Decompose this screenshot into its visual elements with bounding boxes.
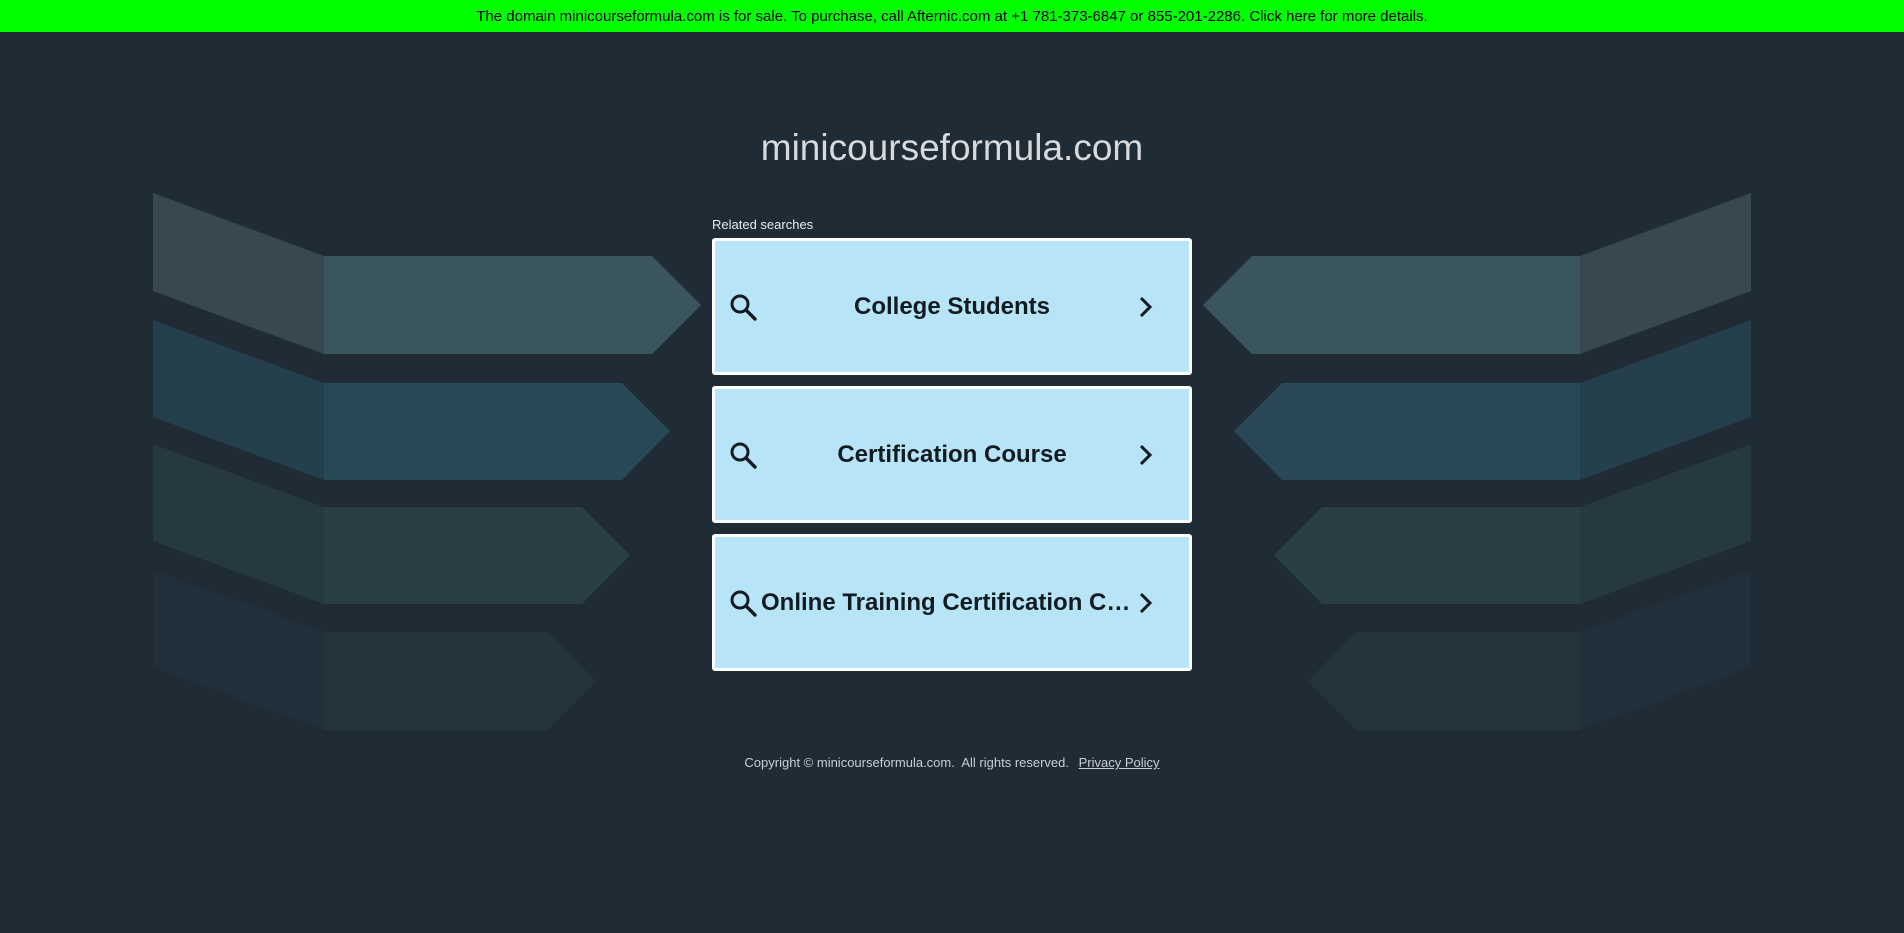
chevron-right-icon xyxy=(1139,296,1153,317)
related-search-certification-course[interactable]: Certification Course xyxy=(712,386,1192,523)
related-search-label: Online Training Certification Courses xyxy=(761,588,1143,616)
privacy-policy-link[interactable]: Privacy Policy xyxy=(1079,755,1160,770)
related-search-label: Certification Course xyxy=(837,440,1067,468)
related-search-college-students[interactable]: College Students xyxy=(712,238,1192,375)
search-icon xyxy=(730,590,757,617)
related-search-online-training-certification-courses[interactable]: Online Training Certification Courses xyxy=(712,534,1192,671)
related-searches-label: Related searches xyxy=(712,217,814,232)
related-search-label: College Students xyxy=(853,292,1051,320)
footer: Copyright © minicourseformula.com. All r… xyxy=(0,755,1904,770)
copyright-text: Copyright © minicourseformula.com. All r… xyxy=(744,755,1070,770)
search-icon xyxy=(730,442,757,469)
chevron-right-icon xyxy=(1139,444,1153,465)
site-title: minicourseformula.com xyxy=(760,127,1144,168)
search-icon xyxy=(730,294,757,321)
chevron-right-icon xyxy=(1139,592,1153,613)
